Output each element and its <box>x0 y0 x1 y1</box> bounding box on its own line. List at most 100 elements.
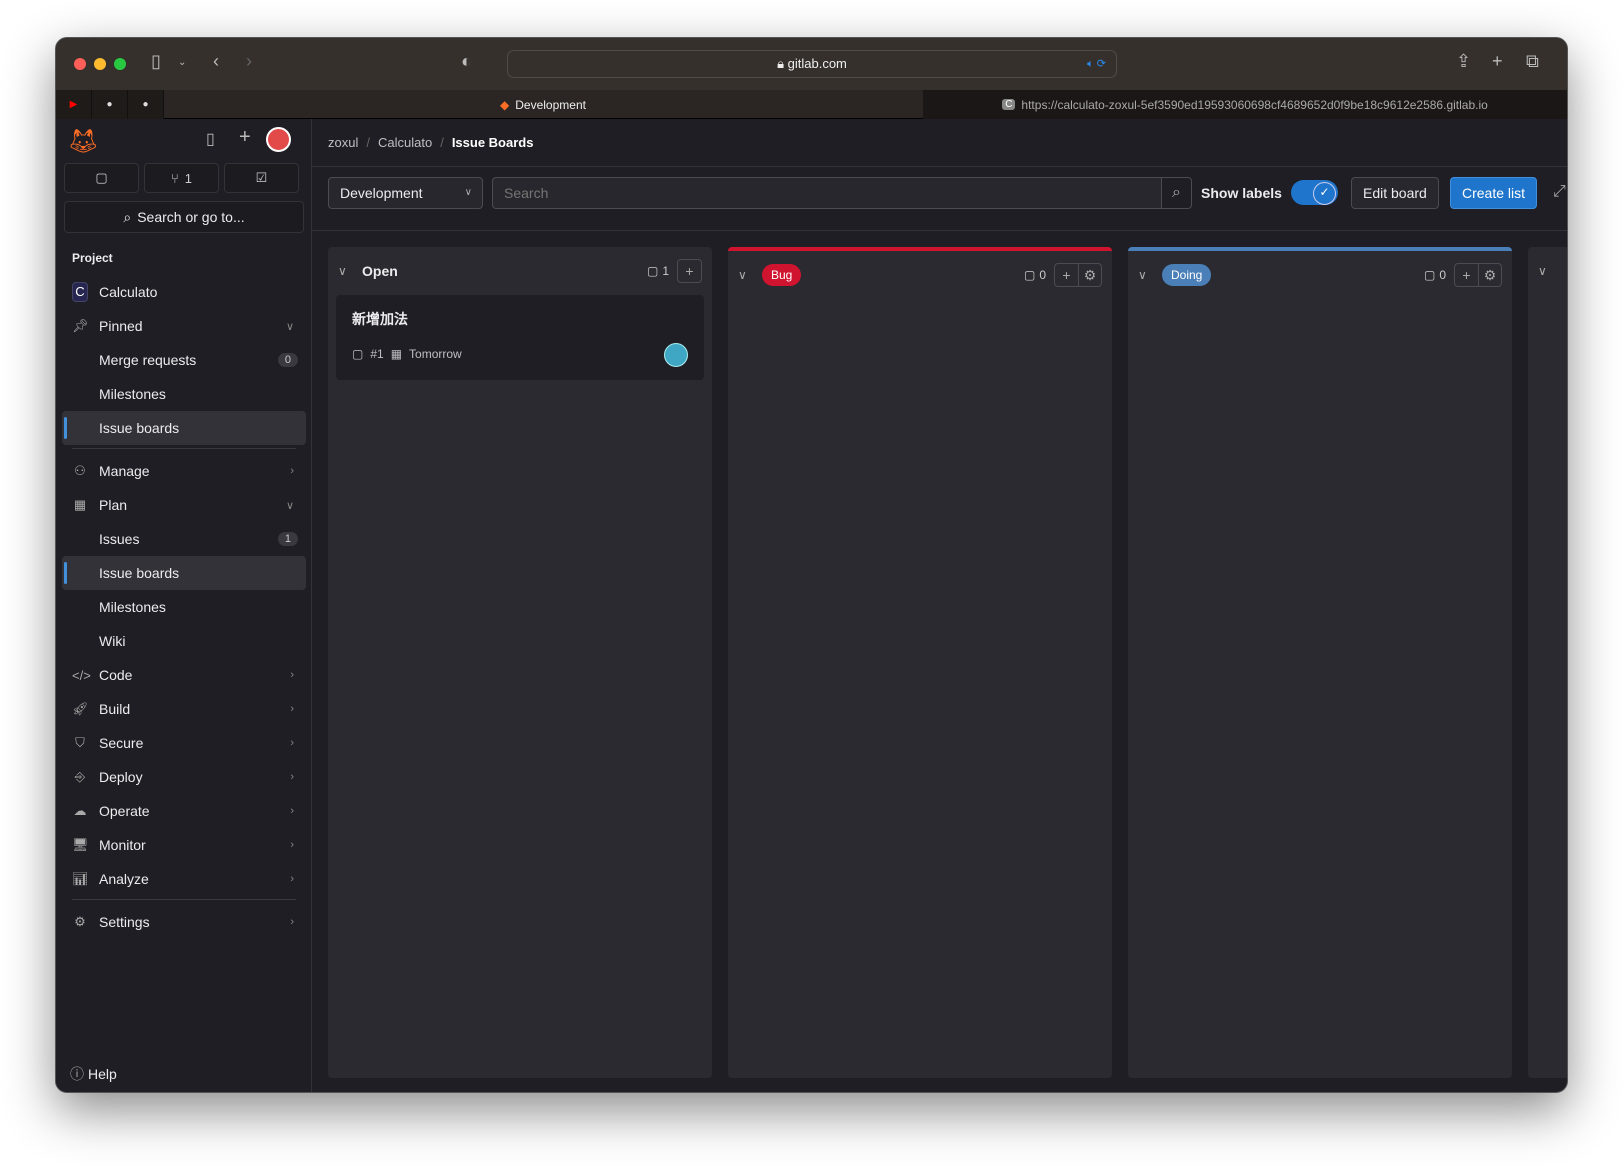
list-settings-icon[interactable]: ⚙ <box>1478 264 1501 286</box>
chevron-right-icon: › <box>290 737 294 749</box>
add-issue-button[interactable]: + <box>1055 264 1078 286</box>
sidebar-item-milestones[interactable]: Milestones <box>62 590 306 624</box>
sidebar-item-deploy[interactable]: ⎆ Deploy › <box>62 760 306 794</box>
pinned-tab[interactable]: ● <box>128 90 164 119</box>
chevron-down-icon: ∨ <box>285 320 294 333</box>
tab-overview-icon[interactable]: ⧉ <box>1526 51 1539 72</box>
new-tab-icon[interactable]: + <box>1492 51 1503 72</box>
chevron-down-icon: ∨ <box>464 187 472 198</box>
sidebar-item-plan[interactable]: ▦ Plan ∨ <box>62 488 306 522</box>
shield-icon: ⛉ <box>75 735 85 750</box>
edit-board-button[interactable]: Edit board <box>1351 177 1439 209</box>
fullscreen-icon[interactable]: ⤢ <box>1553 183 1566 201</box>
create-list-button[interactable]: Create list <box>1450 177 1538 209</box>
todos-button[interactable]: ☑ <box>224 163 299 193</box>
list-settings-icon[interactable]: ⚙ <box>1078 264 1101 286</box>
label-badge[interactable]: Doing <box>1162 264 1212 286</box>
sidebar-item-analyze[interactable]: 📊︎ Analyze › <box>62 862 306 896</box>
breadcrumb-link[interactable]: zoxul <box>328 135 358 150</box>
gear-icon: ⚙ <box>74 914 86 929</box>
search-or-go-button[interactable]: ⌕ Search or go to... <box>64 201 304 233</box>
sidebar-item-operate[interactable]: ☁︎ Operate › <box>62 794 306 828</box>
board-list-bug: ∨ Bug ▢ 0 + ⚙ <box>728 247 1112 1078</box>
sidebar-item-build[interactable]: 🚀︎ Build › <box>62 692 306 726</box>
sidebar-item-secure[interactable]: ⛉ Secure › <box>62 726 306 760</box>
sidebar-item-monitor[interactable]: 🖥︎ Monitor › <box>62 828 306 862</box>
board-list-closed: ∨ <box>1528 247 1567 1078</box>
tab-development[interactable]: ◆ Development <box>163 90 923 119</box>
issue-count: ▢ 0 <box>1023 268 1046 282</box>
address-bar[interactable]: 🔒︎ gitlab.com 🔈︎ ⟳ <box>507 50 1117 78</box>
pinned-tab-youtube[interactable]: ▶ <box>56 90 92 119</box>
minimize-window-button[interactable] <box>94 58 106 70</box>
merge-requests-button[interactable]: ⑂ 1 <box>144 163 219 193</box>
chevron-down-icon[interactable]: ∨ <box>338 264 354 278</box>
sidebar-item-wiki[interactable]: Wiki <box>62 624 306 658</box>
share-icon[interactable]: ⇪ <box>1456 51 1471 72</box>
sidebar-item-merge-requests[interactable]: Merge requests 0 <box>62 343 306 377</box>
show-labels-toggle[interactable] <box>1291 180 1338 205</box>
chevron-right-icon: › <box>290 839 294 851</box>
add-issue-button[interactable]: + <box>1455 264 1478 286</box>
help-button[interactable]: ⓘ Help <box>70 1064 117 1084</box>
issue-card[interactable]: 新增加法 ▢ #1 ▦ Tomorrow <box>336 295 704 380</box>
close-window-button[interactable] <box>74 58 86 70</box>
sidebar-item-issue-boards[interactable]: Issue boards <box>62 556 306 590</box>
sidebar-item-manage[interactable]: ⚇ Manage › <box>62 454 306 488</box>
project-avatar: C <box>72 282 88 302</box>
section-title: Project <box>72 251 113 265</box>
issues-button[interactable]: ▢ <box>64 163 139 193</box>
breadcrumb-link[interactable]: Calculato <box>378 135 432 150</box>
deploy-icon: ⎆ <box>74 769 86 784</box>
divider <box>72 448 296 449</box>
show-labels-label: Show labels <box>1201 185 1282 201</box>
sidebar-item-settings[interactable]: ⚙ Settings › <box>62 905 306 939</box>
zoom-window-button[interactable] <box>114 58 126 70</box>
pinned-tab[interactable]: ● <box>92 90 128 119</box>
search-button[interactable]: ⌕ <box>1161 177 1192 209</box>
issues-icon: ▢ <box>1423 268 1436 282</box>
collapse-sidebar-icon[interactable]: ▯ <box>206 129 215 149</box>
merge-request-icon: ⑂ <box>170 170 179 186</box>
chevron-down-icon[interactable]: ⌄ <box>178 57 186 68</box>
sidebar-toggle-icon[interactable]: ▯ <box>151 51 161 72</box>
title-bar: ▯ ⌄ ‹ › ◐ 🔒︎ gitlab.com 🔈︎ ⟳ ⇪ + ⧉ <box>56 38 1567 90</box>
forward-icon[interactable]: › <box>246 51 252 72</box>
chevron-down-icon[interactable]: ∨ <box>1138 268 1154 282</box>
lock-icon: 🔒︎ <box>777 56 788 71</box>
sidebar-item-issues[interactable]: Issues 1 <box>62 522 306 556</box>
todo-icon: ☑ <box>255 170 268 185</box>
sidebar-item-issue-boards[interactable]: Issue boards <box>62 411 306 445</box>
label-badge[interactable]: Bug <box>762 264 802 286</box>
back-icon[interactable]: ‹ <box>213 51 219 72</box>
chevron-right-icon: › <box>290 771 294 783</box>
monitor-icon: 🖥︎ <box>72 837 89 852</box>
issues-icon: ▢ <box>646 264 659 278</box>
gitlab-logo-icon[interactable]: 🦊︎ <box>68 127 98 156</box>
sidebar-item-code[interactable]: </> Code › <box>62 658 306 692</box>
chevron-right-icon: › <box>290 703 294 715</box>
audio-icon[interactable]: 🔈︎ ⟳ <box>1087 51 1106 77</box>
user-avatar[interactable] <box>266 127 291 152</box>
assignee-avatar[interactable] <box>664 343 688 367</box>
calendar-icon: ▦ <box>390 347 403 361</box>
chart-icon: 📊︎ <box>72 871 89 886</box>
chevron-down-icon[interactable]: ∨ <box>738 268 754 282</box>
chevron-down-icon: ∨ <box>285 499 294 512</box>
sidebar-item-pinned[interactable]: 📌︎ Pinned ∨ <box>62 309 306 343</box>
count-badge: 0 <box>277 353 298 367</box>
board-selector[interactable]: Development ∨ <box>328 177 483 209</box>
count-badge: 1 <box>277 532 298 546</box>
sidebar-item-milestones[interactable]: Milestones <box>62 377 306 411</box>
chevron-down-icon[interactable]: ∨ <box>1538 264 1554 278</box>
shield-icon[interactable]: ◐ <box>461 51 472 72</box>
issues-icon: ▢ <box>95 170 108 185</box>
create-new-icon[interactable]: + <box>239 126 251 149</box>
project-link[interactable]: C Calculato <box>62 275 306 309</box>
tab-pages[interactable]: Chttps://calculato-zoxul-5ef3590ed195930… <box>923 90 1567 119</box>
add-issue-button[interactable]: + <box>678 260 701 282</box>
issue-count: ▢ 0 <box>1423 268 1446 282</box>
breadcrumb-current[interactable]: Issue Boards <box>452 135 534 150</box>
search-input[interactable] <box>492 177 1162 209</box>
tab-bar: ▶ ● ● ◆ Development Chttps://calculato-zo… <box>56 90 1567 119</box>
